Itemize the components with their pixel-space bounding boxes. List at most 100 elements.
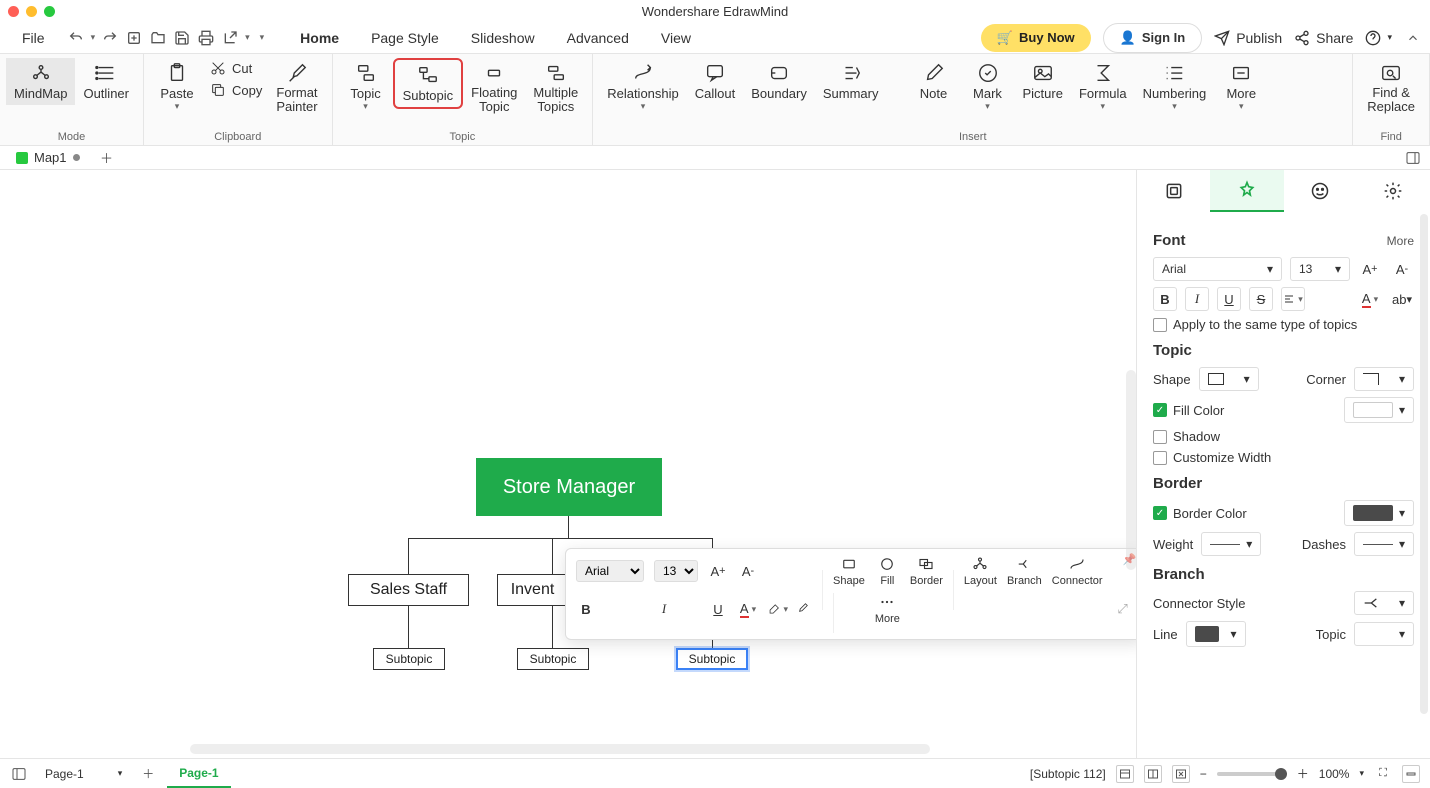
numbering-button[interactable]: Numbering▾ [1135, 58, 1215, 116]
float-shape-button[interactable]: Shape [833, 555, 865, 587]
float-more-button[interactable]: More [875, 593, 900, 625]
save-button[interactable] [173, 29, 191, 47]
float-layout-button[interactable]: Layout [964, 555, 997, 587]
float-decrease-font[interactable]: A- [738, 561, 758, 581]
publish-button[interactable]: Publish [1214, 30, 1282, 46]
doc-tab-map1[interactable]: Map1 [6, 150, 90, 165]
float-expand-icon[interactable]: ⤢ [1113, 599, 1133, 619]
undo-dropdown[interactable]: ▾ [91, 32, 96, 43]
canvas[interactable]: Store Manager Sales Staff Invent Subtopi… [0, 170, 1136, 758]
zoom-slider[interactable] [1217, 772, 1287, 776]
new-button[interactable] [125, 29, 143, 47]
panel-tab-style[interactable] [1210, 170, 1283, 212]
float-connector-button[interactable]: Connector [1052, 555, 1103, 587]
copy-button[interactable]: Copy [204, 80, 268, 100]
fill-color-checkbox[interactable]: ✓Fill Color [1153, 403, 1224, 418]
line-color-select[interactable]: ▾ [1186, 621, 1246, 647]
float-size-select[interactable]: 13 [654, 560, 698, 582]
float-border-button[interactable]: Border [910, 555, 943, 587]
node-sub2[interactable]: Subtopic [517, 648, 589, 670]
sign-in-button[interactable]: 👤 Sign In [1103, 23, 1203, 53]
float-italic-button[interactable]: I [654, 599, 674, 619]
float-increase-font[interactable]: A+ [708, 561, 728, 581]
corner-select[interactable]: ▾ [1354, 367, 1414, 391]
tab-home[interactable]: Home [284, 22, 355, 54]
view-fit-button[interactable] [1172, 765, 1190, 783]
tab-view[interactable]: View [645, 22, 707, 54]
export-button[interactable] [221, 29, 239, 47]
vertical-scrollbar[interactable] [1126, 370, 1136, 570]
font-family-select[interactable]: Arial▾ [1153, 257, 1282, 281]
panel-tab-page[interactable] [1137, 170, 1210, 212]
outliner-button[interactable]: Outliner [75, 58, 137, 105]
bold-button[interactable]: B [1153, 287, 1177, 311]
branch-topic-select[interactable]: ▾ [1354, 622, 1414, 646]
multiple-topics-button[interactable]: Multiple Topics [525, 58, 586, 119]
collapse-ribbon-button[interactable] [1404, 29, 1422, 47]
text-case-button[interactable]: ab▾ [1390, 287, 1414, 311]
tab-slideshow[interactable]: Slideshow [455, 22, 551, 54]
undo-button[interactable] [67, 29, 85, 47]
border-color-checkbox[interactable]: ✓Border Color [1153, 506, 1247, 521]
panel-tab-icon[interactable] [1284, 170, 1357, 212]
float-font-color-button[interactable]: A [738, 599, 758, 619]
font-color-button[interactable]: A [1358, 287, 1382, 311]
page-tab-1[interactable]: Page-1 [167, 760, 230, 788]
export-dropdown[interactable]: ▾ [245, 32, 250, 43]
add-tab-button[interactable]: ＋ [98, 149, 116, 167]
font-decrease-button[interactable]: A- [1390, 257, 1414, 281]
shadow-checkbox[interactable]: Shadow [1153, 429, 1220, 444]
horizontal-scrollbar[interactable] [190, 744, 930, 754]
font-size-select[interactable]: 13▾ [1290, 257, 1350, 281]
print-button[interactable] [197, 29, 215, 47]
connector-style-select[interactable]: ▾ [1354, 591, 1414, 615]
tab-page-style[interactable]: Page Style [355, 22, 455, 54]
panel-scrollbar[interactable] [1420, 214, 1428, 714]
tab-advanced[interactable]: Advanced [551, 22, 645, 54]
add-page-button[interactable]: ＋ [139, 765, 157, 783]
font-increase-button[interactable]: A+ [1358, 257, 1382, 281]
share-button[interactable]: Share [1294, 30, 1353, 46]
font-more-link[interactable]: More [1387, 234, 1414, 248]
paste-button[interactable]: Paste ▾ [150, 58, 204, 116]
float-underline-button[interactable]: U [708, 599, 728, 619]
cut-button[interactable]: Cut [204, 58, 268, 78]
zoom-out-button[interactable]: − [1200, 767, 1207, 781]
border-color-select[interactable]: ▾ [1344, 500, 1414, 526]
panel-toggle-button[interactable] [1404, 149, 1422, 167]
float-bold-button[interactable]: B [576, 599, 596, 619]
qa-customize[interactable]: ▾ [260, 32, 265, 43]
mark-button[interactable]: Mark▾ [961, 58, 1015, 116]
picture-button[interactable]: Picture [1015, 58, 1071, 105]
open-button[interactable] [149, 29, 167, 47]
node-child1[interactable]: Sales Staff [348, 574, 469, 606]
callout-button[interactable]: Callout [687, 58, 743, 105]
floating-topic-button[interactable]: Floating Topic [463, 58, 525, 119]
help-button[interactable]: ▾ [1365, 30, 1392, 46]
formula-button[interactable]: Formula▾ [1071, 58, 1135, 116]
float-fill-button[interactable]: Fill [875, 555, 900, 587]
node-sub1[interactable]: Subtopic [373, 648, 445, 670]
fill-color-select[interactable]: ▾ [1344, 397, 1414, 423]
view-outline-button[interactable] [1116, 765, 1134, 783]
italic-button[interactable]: I [1185, 287, 1209, 311]
zoom-in-button[interactable]: ＋ [1297, 765, 1309, 782]
relationship-button[interactable]: Relationship▾ [599, 58, 687, 116]
align-button[interactable] [1281, 287, 1305, 311]
float-highlight-button[interactable] [768, 599, 788, 619]
float-font-select[interactable]: Arial [576, 560, 644, 582]
shape-select[interactable]: ▾ [1199, 367, 1259, 391]
strike-button[interactable]: S [1249, 287, 1273, 311]
node-child2[interactable]: Invent [497, 574, 567, 606]
note-button[interactable]: Note [907, 58, 961, 105]
mindmap-button[interactable]: MindMap [6, 58, 75, 105]
float-branch-button[interactable]: Branch [1007, 555, 1042, 587]
view-split-button[interactable] [1144, 765, 1162, 783]
node-sub3-selected[interactable]: Subtopic [676, 648, 748, 670]
weight-select[interactable]: ▾ [1201, 532, 1261, 556]
panel-tab-settings[interactable] [1357, 170, 1430, 212]
collapse-panel-button[interactable] [1402, 765, 1420, 783]
customize-width-checkbox[interactable]: Customize Width [1153, 450, 1271, 465]
page-select[interactable]: Page-1▾ [38, 764, 129, 784]
apply-same-checkbox[interactable]: Apply to the same type of topics [1153, 317, 1357, 332]
